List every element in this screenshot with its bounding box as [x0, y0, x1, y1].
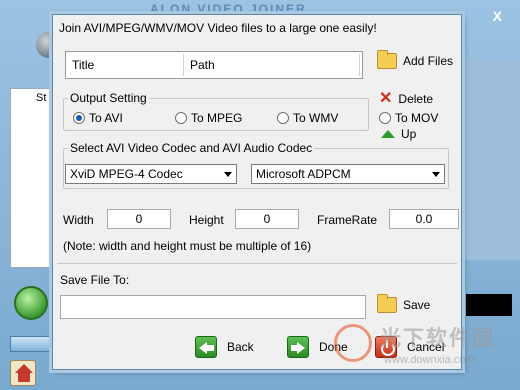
radio-label-mov: To MOV [395, 111, 439, 125]
column-header-path[interactable]: Path [184, 54, 360, 76]
folder-icon [377, 50, 397, 69]
folder-icon [377, 294, 397, 313]
add-files-button[interactable]: Add Files [377, 50, 454, 69]
watermark-url: www.downxia.com [384, 354, 475, 366]
framerate-label: FrameRate [317, 213, 378, 227]
video-codec-select[interactable]: XviD MPEG-4 Codec [65, 164, 237, 184]
radio-label-mpeg: To MPEG [191, 111, 243, 125]
video-codec-value: XviD MPEG-4 Codec [70, 167, 183, 181]
audio-codec-value: Microsoft ADPCM [256, 167, 351, 181]
delete-label: Delete [398, 92, 434, 106]
output-setting-legend: Output Setting [70, 91, 147, 105]
audio-codec-select[interactable]: Microsoft ADPCM [251, 164, 445, 184]
background-right-panel [462, 60, 520, 260]
background-black-box [466, 294, 512, 316]
back-label: Back [227, 340, 254, 354]
radio-to-mov[interactable]: To MOV [379, 111, 438, 125]
up-button[interactable]: Up [381, 127, 416, 141]
watermark-logo-icon [334, 324, 372, 362]
watermark: 光下软件园 www.downxia.com [334, 318, 514, 378]
back-button[interactable]: Back [195, 336, 254, 358]
radio-to-avi[interactable]: To AVI [73, 111, 123, 125]
radio-indicator-avi [73, 112, 85, 124]
save-file-input[interactable] [60, 295, 366, 319]
delete-button[interactable]: ✕ Delete [379, 91, 433, 107]
radio-label-wmv: To WMV [293, 111, 339, 125]
codec-legend: Select AVI Video Codec and AVI Audio Cod… [70, 141, 313, 155]
width-label: Width [63, 213, 94, 227]
save-button[interactable]: Save [377, 294, 431, 313]
dialog-title: Join AVI/MPEG/WMV/MOV Video files to a l… [59, 21, 377, 35]
background-progress-bar [10, 336, 56, 352]
delete-x-icon: ✕ [379, 90, 393, 107]
add-files-label: Add Files [403, 54, 454, 68]
up-label: Up [401, 127, 417, 141]
up-arrow-icon [381, 130, 395, 138]
join-dialog: Join AVI/MPEG/WMV/MOV Video files to a l… [52, 14, 462, 370]
radio-to-wmv[interactable]: To WMV [277, 111, 338, 125]
save-file-label: Save File To: [60, 273, 130, 287]
watermark-text: 光下软件园 [380, 327, 495, 350]
size-note: (Note: width and height must be multiple… [63, 239, 312, 253]
radio-indicator-wmv [277, 112, 289, 124]
height-input[interactable]: 0 [235, 209, 299, 229]
chevron-down-icon [432, 172, 440, 177]
file-list[interactable]: Title Path [65, 51, 363, 79]
column-header-title[interactable]: Title [66, 54, 184, 76]
height-label: Height [189, 213, 224, 227]
save-label: Save [403, 298, 431, 312]
background-partial-label: St [36, 92, 47, 104]
home-icon[interactable] [10, 360, 36, 386]
width-input[interactable]: 0 [107, 209, 171, 229]
divider [57, 263, 457, 264]
radio-label-avi: To AVI [89, 111, 123, 125]
back-arrow-icon [195, 336, 217, 358]
radio-indicator-mov [379, 112, 391, 124]
radio-to-mpeg[interactable]: To MPEG [175, 111, 242, 125]
background-list-panel [10, 88, 50, 268]
refresh-icon[interactable] [14, 286, 48, 320]
framerate-input[interactable]: 0.0 [389, 209, 459, 229]
radio-indicator-mpeg [175, 112, 187, 124]
background-close-button[interactable]: X [493, 8, 502, 24]
forward-arrow-icon [287, 336, 309, 358]
chevron-down-icon [224, 172, 232, 177]
